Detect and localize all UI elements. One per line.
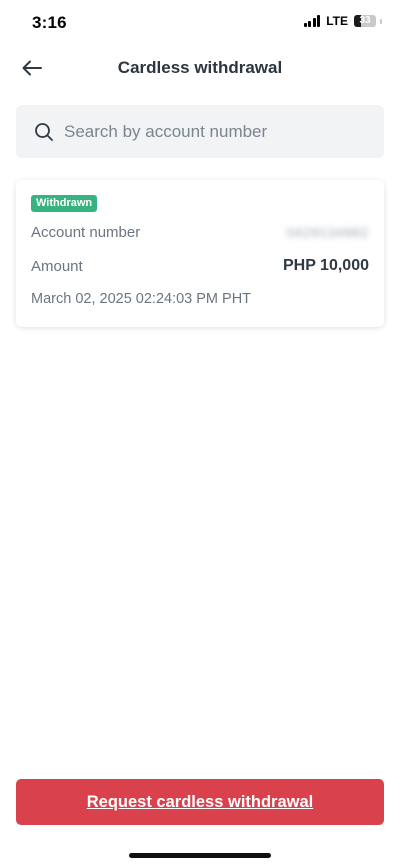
transaction-card[interactable]: Withdrawn Account number 0429134982 Amou…	[16, 180, 384, 327]
status-badge: Withdrawn	[31, 195, 98, 212]
amount-row: Amount PHP 10,000	[31, 257, 369, 275]
battery-tip	[380, 18, 382, 24]
amount-value: PHP 10,000	[283, 257, 369, 274]
search-input[interactable]	[62, 120, 366, 143]
header: Cardless withdrawal	[0, 46, 400, 90]
network-type: LTE	[326, 14, 348, 28]
request-withdrawal-button[interactable]: Request cardless withdrawal	[16, 779, 384, 825]
status-indicators: LTE 33	[303, 14, 382, 28]
status-bar: 3:16 LTE 33	[0, 0, 400, 46]
search-bar[interactable]	[16, 105, 384, 158]
account-value: 0429134982	[286, 225, 369, 240]
status-time: 3:16	[32, 13, 67, 32]
account-label: Account number	[31, 224, 141, 241]
signal-icon	[303, 15, 321, 27]
amount-label: Amount	[31, 257, 83, 275]
battery-icon: 33	[354, 15, 376, 27]
account-row: Account number 0429134982	[31, 224, 369, 241]
request-withdrawal-label: Request cardless withdrawal	[86, 792, 314, 811]
battery-level: 33	[359, 15, 371, 26]
home-indicator	[129, 853, 271, 858]
page-title: Cardless withdrawal	[117, 58, 283, 77]
search-icon	[34, 122, 54, 142]
transaction-timestamp: March 02, 2025 02:24:03 PM PHT	[31, 291, 252, 307]
